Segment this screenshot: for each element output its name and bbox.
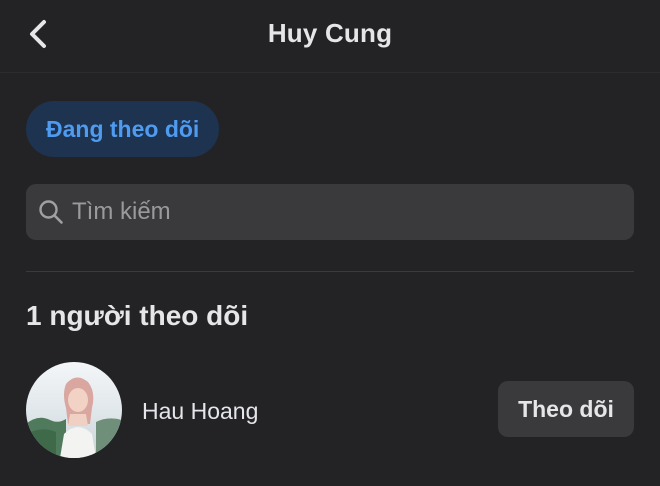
search-bar[interactable] [26, 184, 634, 240]
search-input[interactable] [72, 198, 634, 226]
search-icon [39, 200, 63, 224]
avatar[interactable] [26, 362, 122, 458]
followers-count-heading: 1 người theo dõi [26, 300, 249, 331]
follower-row[interactable]: Hau Hoang Theo dõi [26, 362, 634, 458]
following-filter-chip[interactable]: Đang theo dõi [26, 101, 220, 157]
follow-button[interactable]: Theo dõi [498, 381, 634, 437]
divider [26, 271, 634, 272]
page-title: Huy Cung [267, 18, 393, 48]
top-bar: Huy Cung [0, 0, 660, 73]
follower-name[interactable]: Hau Hoang [142, 398, 258, 425]
